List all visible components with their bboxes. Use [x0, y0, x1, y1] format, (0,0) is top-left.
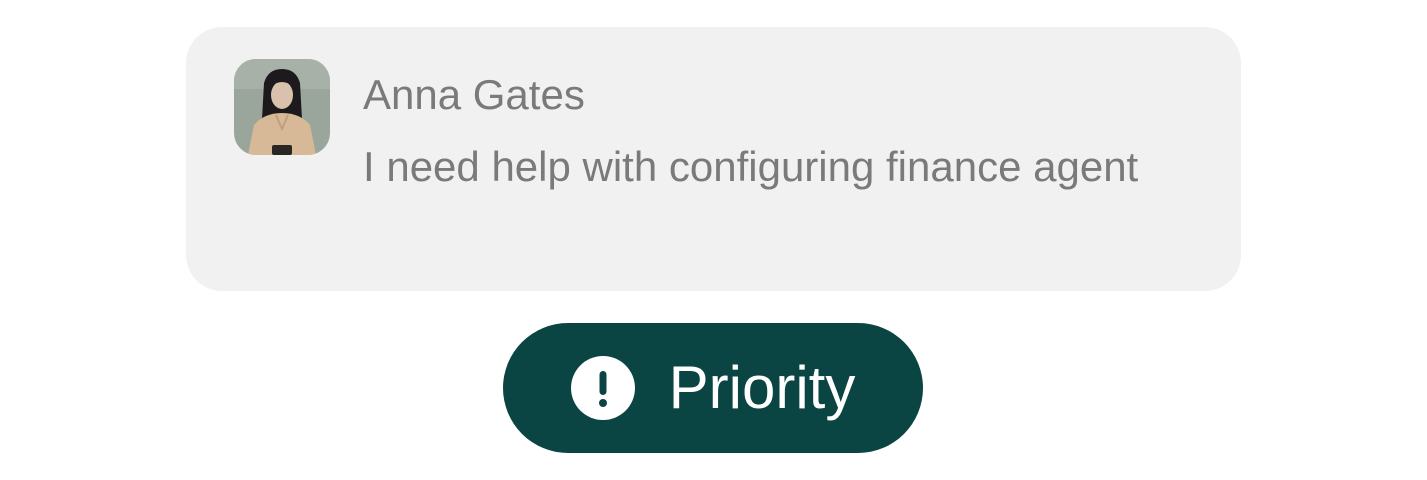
message-text: I need help with configuring finance age…: [363, 143, 1139, 190]
sender-name: Anna Gates: [363, 71, 585, 118]
priority-label: Priority: [668, 354, 856, 421]
message-card: Anna Gates I need help with configuring …: [186, 27, 1241, 291]
avatar-photo: [234, 59, 330, 155]
chat-panel: Anna Gates I need help with configuring …: [0, 0, 1427, 480]
avatar: [234, 59, 330, 155]
priority-button[interactable]: Priority: [503, 323, 923, 453]
alert-circle-icon: [570, 356, 635, 420]
